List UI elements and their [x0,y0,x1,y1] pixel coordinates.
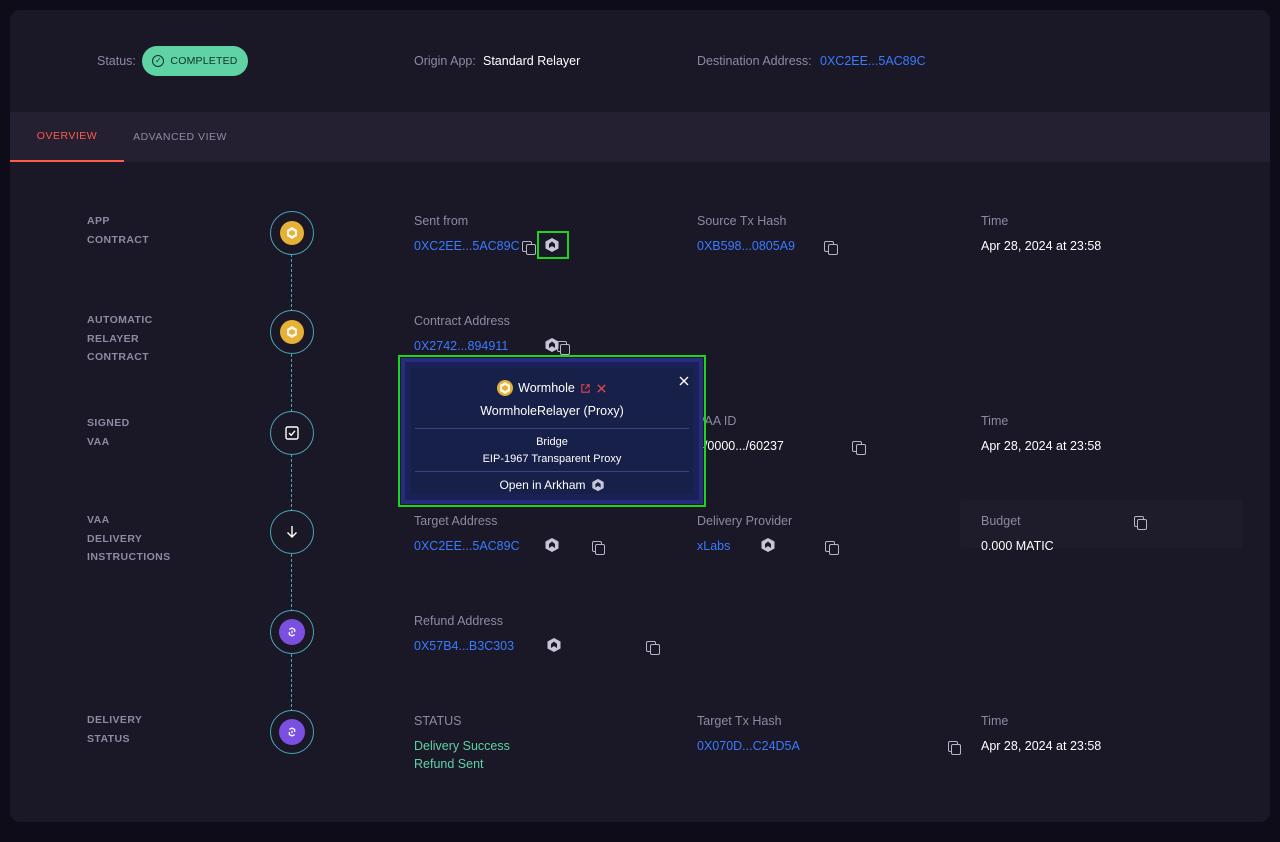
status-badge: ✓ COMPLETED [142,46,248,76]
section-title-delivery-instructions: VAA DELIVERY INSTRUCTIONS [87,514,171,563]
token-coin-icon [280,320,304,344]
copy-icon[interactable] [947,740,962,756]
refund-address-label: Refund Address [414,614,503,628]
time-label: Time [981,214,1009,228]
section-title-app-contract: APP CONTRACT [87,215,150,246]
copy-icon[interactable] [646,640,660,656]
arkham-icon[interactable] [546,637,562,653]
timeline-node-refund [270,610,314,654]
section-title-delivery-status: DELIVERY STATUS [87,714,143,745]
target-address-label: Target Address [414,514,498,528]
timeline-node-signed-vaa [270,411,314,455]
checkbox-icon [284,425,300,441]
delivery-provider-label: Delivery Provider [697,514,793,528]
polygon-icon [279,619,305,645]
time-value: Apr 28, 2024 at 23:58 [981,239,1102,253]
copy-icon[interactable] [825,540,839,556]
refund-sent-text: Refund Sent [414,757,484,771]
copy-icon[interactable] [591,540,606,556]
target-address-link[interactable]: 0XC2EE...5AC89C [414,539,520,553]
arkham-icon[interactable] [544,337,560,353]
sent-from-label: Sent from [414,214,469,228]
copy-icon[interactable] [1133,515,1148,531]
token-coin-icon [280,221,304,245]
timeline-node-app-contract [270,211,314,255]
sent-from-link[interactable]: 0XC2EE...5AC89C [414,239,520,253]
tab-advanced-view[interactable]: ADVANCED VIEW [124,112,236,162]
arkham-icon[interactable] [544,537,560,553]
time-label: Time [981,414,1009,428]
budget-label: Budget [981,514,1021,528]
status-label: Status: [97,54,136,68]
vaa-id-value: 4/0000.../60237 [697,439,784,453]
target-tx-label: Target Tx Hash [697,714,782,728]
arkham-icon[interactable] [760,537,776,553]
delivery-provider-link[interactable]: xLabs [697,539,730,553]
highlight-box-arkham [537,231,569,259]
timeline-node-delivery-status [270,710,314,754]
contract-address-link[interactable]: 0X2742...894911 [414,339,508,353]
destination-address-link[interactable]: 0XC2EE...5AC89C [820,54,926,68]
copy-icon[interactable] [824,240,838,256]
budget-value: 0.000 MATIC [981,539,1054,553]
section-title-relayer-contract: AUTOMATIC RELAYER CONTRACT [87,314,153,363]
tab-overview[interactable]: OVERVIEW [10,112,124,162]
contract-address-label: Contract Address [414,314,510,328]
time-label: Time [981,714,1009,728]
summary-bar: Status: ✓ COMPLETED Origin App: Standard… [10,10,1270,112]
check-circle-icon: ✓ [152,55,165,67]
status-badge-text: COMPLETED [170,55,238,67]
timeline-node-relayer-contract [270,310,314,354]
target-tx-link[interactable]: 0X070D...C24D5A [697,739,800,753]
arrow-down-icon [284,524,300,540]
copy-icon[interactable] [522,240,536,256]
origin-app-label: Origin App: [414,54,476,68]
delivery-status-label: STATUS [414,714,462,728]
view-tabs: OVERVIEW ADVANCED VIEW [10,112,1270,162]
copy-icon[interactable] [852,440,866,456]
origin-app-value: Standard Relayer [483,54,581,68]
time-value: Apr 28, 2024 at 23:58 [981,739,1102,753]
polygon-icon [279,719,305,745]
refund-address-link[interactable]: 0X57B4...B3C303 [414,639,514,653]
time-value: Apr 28, 2024 at 23:58 [981,439,1102,453]
section-title-signed-vaa: SIGNED VAA [87,417,130,448]
timeline-node-delivery-instructions [270,510,314,554]
highlight-box-popup [398,355,706,507]
source-tx-link[interactable]: 0XB598...0805A9 [697,239,795,253]
source-tx-label: Source Tx Hash [697,214,787,228]
destination-address-label: Destination Address: [697,54,812,68]
delivery-success-text: Delivery Success [414,739,510,753]
